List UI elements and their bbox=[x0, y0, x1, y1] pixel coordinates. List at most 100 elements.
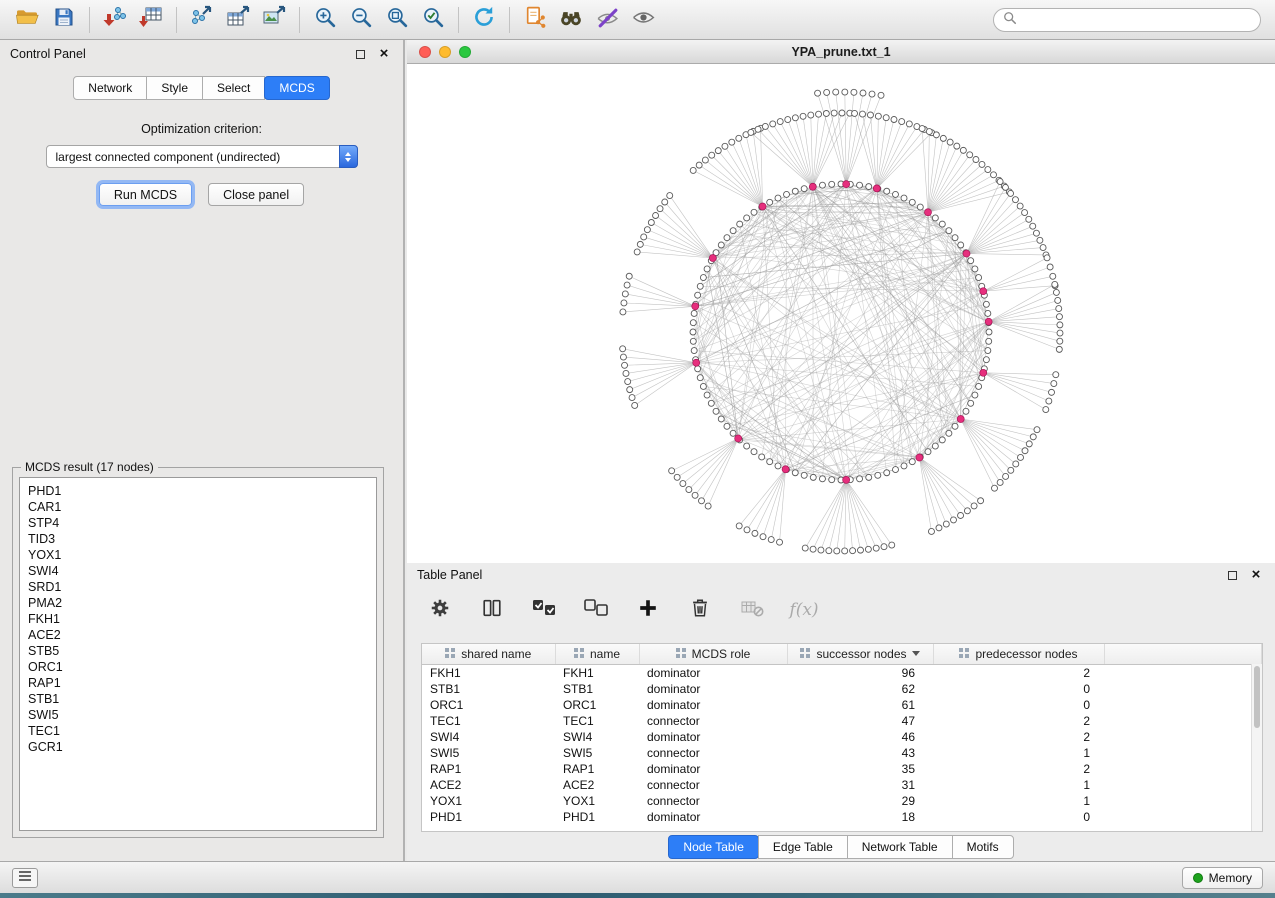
network-node[interactable] bbox=[792, 470, 798, 476]
network-node[interactable] bbox=[792, 115, 798, 121]
table-cell[interactable]: FKH1 bbox=[422, 664, 555, 681]
network-node[interactable] bbox=[702, 157, 708, 163]
network-node[interactable] bbox=[958, 512, 964, 518]
close-panel-button[interactable]: × bbox=[375, 46, 393, 62]
network-node[interactable] bbox=[972, 392, 978, 398]
table-cell[interactable]: STB1 bbox=[422, 681, 555, 697]
table-cell[interactable]: SWI5 bbox=[422, 745, 555, 761]
network-node[interactable] bbox=[1037, 237, 1043, 243]
scrollbar-thumb[interactable] bbox=[1254, 666, 1260, 728]
network-mcds-node[interactable] bbox=[873, 185, 880, 192]
network-mcds-node[interactable] bbox=[916, 454, 923, 461]
table-cell[interactable]: dominator bbox=[639, 761, 787, 777]
network-node[interactable] bbox=[925, 449, 931, 455]
network-node[interactable] bbox=[1043, 407, 1049, 413]
table-cell[interactable]: 1 bbox=[933, 793, 1104, 809]
graphics-details-button[interactable] bbox=[589, 5, 625, 35]
network-node[interactable] bbox=[1033, 230, 1039, 236]
network-node[interactable] bbox=[954, 143, 960, 149]
search-input[interactable] bbox=[1023, 13, 1251, 27]
network-node[interactable] bbox=[629, 395, 635, 401]
network-node[interactable] bbox=[976, 275, 982, 281]
network-node[interactable] bbox=[946, 228, 952, 234]
mcds-result-item[interactable]: STB5 bbox=[28, 643, 368, 659]
network-node[interactable] bbox=[695, 366, 701, 372]
network-node[interactable] bbox=[892, 191, 898, 197]
network-mcds-node[interactable] bbox=[963, 250, 970, 257]
table-cell[interactable]: PHD1 bbox=[422, 809, 555, 825]
network-mcds-node[interactable] bbox=[843, 181, 850, 188]
network-node[interactable] bbox=[906, 121, 912, 127]
network-node[interactable] bbox=[1017, 203, 1023, 209]
table-row[interactable]: FKH1FKH1dominator962 bbox=[422, 664, 1262, 681]
table-cell[interactable]: FKH1 bbox=[555, 664, 639, 681]
network-node[interactable] bbox=[724, 235, 730, 241]
network-node[interactable] bbox=[884, 470, 890, 476]
network-node[interactable] bbox=[657, 206, 663, 212]
network-node[interactable] bbox=[1053, 372, 1059, 378]
network-node[interactable] bbox=[744, 215, 750, 221]
network-node[interactable] bbox=[819, 476, 825, 482]
mcds-result-item[interactable]: STB1 bbox=[28, 691, 368, 707]
table-cell[interactable]: dominator bbox=[639, 729, 787, 745]
mcds-result-item[interactable]: SRD1 bbox=[28, 579, 368, 595]
tab-edge-table[interactable]: Edge Table bbox=[758, 835, 848, 859]
column-header-mcds-role[interactable]: MCDS role bbox=[639, 644, 787, 664]
table-cell[interactable]: 46 bbox=[787, 729, 933, 745]
network-node[interactable] bbox=[692, 492, 698, 498]
network-node[interactable] bbox=[622, 362, 628, 368]
mcds-result-item[interactable]: TID3 bbox=[28, 531, 368, 547]
tab-network-table[interactable]: Network Table bbox=[847, 835, 953, 859]
network-mcds-node[interactable] bbox=[693, 359, 700, 366]
network-node[interactable] bbox=[1055, 297, 1061, 303]
table-cell[interactable]: dominator bbox=[639, 697, 787, 713]
table-cell[interactable]: TEC1 bbox=[422, 713, 555, 729]
network-mcds-node[interactable] bbox=[759, 203, 766, 210]
network-node[interactable] bbox=[979, 161, 985, 167]
network-node[interactable] bbox=[762, 123, 768, 129]
network-node[interactable] bbox=[808, 112, 814, 118]
network-node[interactable] bbox=[932, 215, 938, 221]
network-node[interactable] bbox=[1057, 330, 1063, 336]
table-cell[interactable]: 0 bbox=[933, 809, 1104, 825]
window-maximize-icon[interactable] bbox=[459, 46, 471, 58]
network-node[interactable] bbox=[1026, 441, 1032, 447]
network-node[interactable] bbox=[1026, 216, 1032, 222]
deselect-all-button[interactable] bbox=[583, 597, 609, 623]
network-window-titlebar[interactable]: YPA_prune.txt_1 bbox=[407, 40, 1275, 64]
network-node[interactable] bbox=[620, 346, 626, 352]
network-node[interactable] bbox=[1044, 255, 1050, 261]
mcds-result-item[interactable]: FKH1 bbox=[28, 611, 368, 627]
mcds-result-item[interactable]: CAR1 bbox=[28, 499, 368, 515]
table-cell[interactable]: 29 bbox=[787, 793, 933, 809]
table-cell[interactable]: YOX1 bbox=[422, 793, 555, 809]
table-cell[interactable]: 18 bbox=[787, 809, 933, 825]
network-mcds-node[interactable] bbox=[843, 476, 850, 483]
network-node[interactable] bbox=[700, 383, 706, 389]
network-node[interactable] bbox=[691, 348, 697, 354]
clipboard-network-button[interactable] bbox=[517, 5, 553, 35]
network-node[interactable] bbox=[943, 521, 949, 527]
table-cell[interactable]: ACE2 bbox=[555, 777, 639, 793]
network-node[interactable] bbox=[985, 167, 991, 173]
table-row[interactable]: RAP1RAP1dominator352 bbox=[422, 761, 1262, 777]
table-cell[interactable]: 2 bbox=[933, 713, 1104, 729]
zoom-fit-button[interactable] bbox=[379, 5, 415, 35]
table-cell[interactable]: connector bbox=[639, 713, 787, 729]
network-node[interactable] bbox=[951, 517, 957, 523]
network-node[interactable] bbox=[691, 310, 697, 316]
search-box[interactable] bbox=[993, 8, 1261, 32]
network-node[interactable] bbox=[909, 199, 915, 205]
network-node[interactable] bbox=[718, 242, 724, 248]
network-node[interactable] bbox=[625, 379, 631, 385]
network-node[interactable] bbox=[978, 498, 984, 504]
network-node[interactable] bbox=[1022, 210, 1028, 216]
table-cell[interactable]: connector bbox=[639, 793, 787, 809]
network-node[interactable] bbox=[705, 503, 711, 509]
network-node[interactable] bbox=[627, 387, 633, 393]
network-node[interactable] bbox=[823, 110, 829, 116]
table-row[interactable]: ACE2ACE2connector311 bbox=[422, 777, 1262, 793]
mcds-result-item[interactable]: SWI5 bbox=[28, 707, 368, 723]
show-hide-button[interactable] bbox=[625, 5, 661, 35]
mcds-result-item[interactable]: GCR1 bbox=[28, 739, 368, 755]
